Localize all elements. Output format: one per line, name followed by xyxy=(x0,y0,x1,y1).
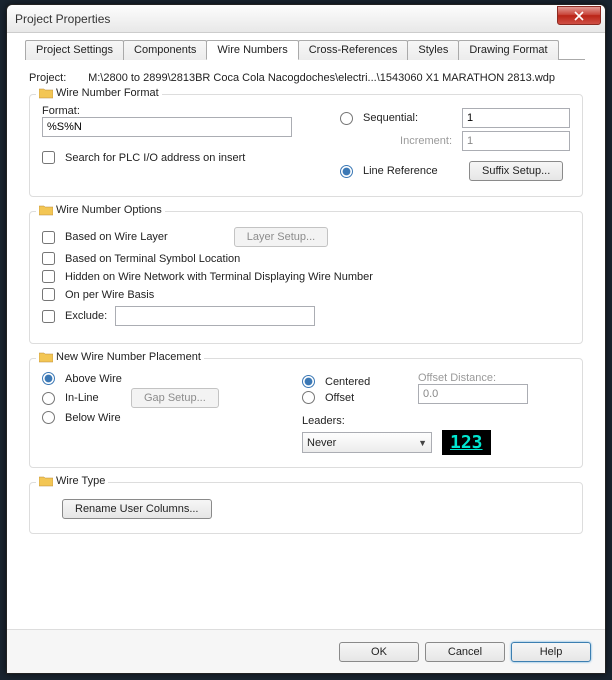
sequential-label: Sequential: xyxy=(363,112,456,124)
tab-project-settings[interactable]: Project Settings xyxy=(25,40,124,60)
gap-setup-button[interactable]: Gap Setup... xyxy=(131,388,219,408)
group-title-placement: New Wire Number Placement xyxy=(36,351,204,363)
rename-user-columns-button[interactable]: Rename User Columns... xyxy=(62,499,212,519)
folder-icon xyxy=(39,351,53,363)
exclude-label: Exclude: xyxy=(65,310,107,322)
below-wire-radio[interactable] xyxy=(42,411,55,424)
group-title-wiretype: Wire Type xyxy=(36,475,108,487)
dialog-footer: OK Cancel Help xyxy=(7,629,605,673)
format-input[interactable] xyxy=(42,117,292,137)
sequential-radio[interactable] xyxy=(340,112,353,125)
leaders-label: Leaders: xyxy=(302,415,562,427)
search-plc-checkbox[interactable] xyxy=(42,151,55,164)
per-wire-checkbox[interactable] xyxy=(42,288,55,301)
in-line-radio[interactable] xyxy=(42,392,55,405)
offset-radio[interactable] xyxy=(302,391,315,404)
ok-button[interactable]: OK xyxy=(339,642,419,662)
close-icon xyxy=(574,11,584,21)
tab-content: Project: M:\2800 to 2899\2813BR Coca Col… xyxy=(7,60,605,608)
offset-distance-label: Offset Distance: xyxy=(418,372,528,384)
project-path-row: Project: M:\2800 to 2899\2813BR Coca Col… xyxy=(29,72,583,84)
hidden-network-checkbox[interactable] xyxy=(42,270,55,283)
hidden-network-label: Hidden on Wire Network with Terminal Dis… xyxy=(65,271,373,283)
group-wire-number-format: Wire Number Format Format: Search for PL… xyxy=(29,94,583,197)
based-terminal-checkbox[interactable] xyxy=(42,252,55,265)
chevron-down-icon: ▼ xyxy=(418,438,427,448)
line-reference-radio[interactable] xyxy=(340,165,353,178)
per-wire-label: On per Wire Basis xyxy=(65,289,154,301)
in-line-label: In-Line xyxy=(65,392,125,404)
above-wire-label: Above Wire xyxy=(65,373,122,385)
format-label: Format: xyxy=(42,105,300,117)
based-layer-label: Based on Wire Layer xyxy=(65,231,168,243)
tab-wire-numbers[interactable]: Wire Numbers xyxy=(206,40,298,60)
group-title-options: Wire Number Options xyxy=(36,204,165,216)
below-wire-label: Below Wire xyxy=(65,412,121,424)
project-path: M:\2800 to 2899\2813BR Coca Cola Nacogdo… xyxy=(88,72,555,84)
folder-icon xyxy=(39,87,53,99)
based-terminal-label: Based on Terminal Symbol Location xyxy=(65,253,240,265)
tab-cross-references[interactable]: Cross-References xyxy=(298,40,409,60)
window-title: Project Properties xyxy=(13,12,110,26)
tab-drawing-format[interactable]: Drawing Format xyxy=(458,40,558,60)
centered-label: Centered xyxy=(325,376,370,388)
offset-label: Offset xyxy=(325,392,354,404)
leaders-select[interactable]: Never ▼ xyxy=(302,432,432,453)
tab-components[interactable]: Components xyxy=(123,40,207,60)
preview-box: 123 xyxy=(442,430,491,455)
above-wire-radio[interactable] xyxy=(42,372,55,385)
project-label: Project: xyxy=(29,72,85,84)
increment-label: Increment: xyxy=(340,135,456,147)
line-reference-label: Line Reference xyxy=(363,165,463,177)
project-properties-dialog: Project Properties Project Settings Comp… xyxy=(6,4,606,674)
tab-styles[interactable]: Styles xyxy=(407,40,459,60)
increment-input[interactable] xyxy=(462,131,570,151)
centered-radio[interactable] xyxy=(302,375,315,388)
suffix-setup-button[interactable]: Suffix Setup... xyxy=(469,161,563,181)
group-wire-number-placement: New Wire Number Placement Above Wire In-… xyxy=(29,358,583,468)
help-button[interactable]: Help xyxy=(511,642,591,662)
folder-icon xyxy=(39,204,53,216)
group-wire-number-options: Wire Number Options Based on Wire Layer … xyxy=(29,211,583,344)
search-plc-label: Search for PLC I/O address on insert xyxy=(65,152,245,164)
exclude-checkbox[interactable] xyxy=(42,310,55,323)
based-layer-checkbox[interactable] xyxy=(42,231,55,244)
exclude-input[interactable] xyxy=(115,306,315,326)
offset-distance-input[interactable] xyxy=(418,384,528,404)
sequential-input[interactable] xyxy=(462,108,570,128)
group-wire-type: Wire Type Rename User Columns... xyxy=(29,482,583,534)
close-button[interactable] xyxy=(557,6,601,25)
cancel-button[interactable]: Cancel xyxy=(425,642,505,662)
group-title-format: Wire Number Format xyxy=(36,87,162,99)
titlebar: Project Properties xyxy=(7,5,605,33)
folder-icon xyxy=(39,475,53,487)
layer-setup-button[interactable]: Layer Setup... xyxy=(234,227,329,247)
tab-strip: Project Settings Components Wire Numbers… xyxy=(25,39,585,60)
